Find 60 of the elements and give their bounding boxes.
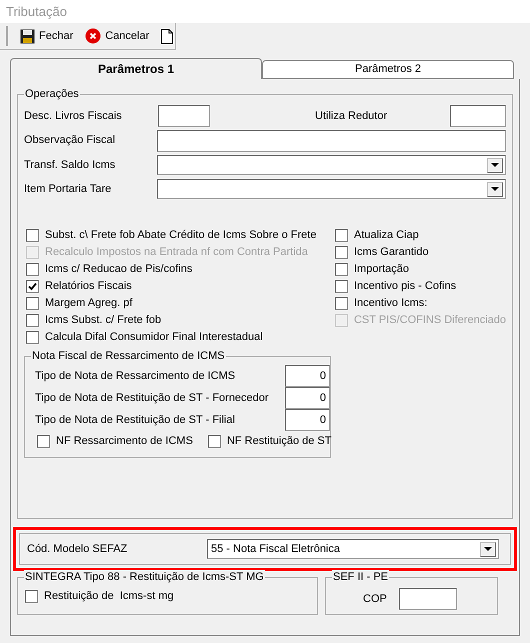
dropdown[interactable] xyxy=(156,155,506,175)
field-label: Utiliza Redutor xyxy=(315,108,388,124)
tab[interactable]: Parâmetros 1 xyxy=(10,58,262,79)
checkbox-label: Margem Agreg. pf xyxy=(45,296,132,312)
checkbox-label: Subst. c\ Frete fob Abate Crédito de Icms Sobre o Frete xyxy=(45,228,316,244)
checkbox-label: NF Ressarcimento de ICMS xyxy=(56,434,193,450)
checkbox[interactable] xyxy=(26,280,39,293)
window-title: Tributação xyxy=(6,2,67,21)
checkbox-label: Incentivo pis - Cofins xyxy=(354,279,456,294)
input-field[interactable] xyxy=(158,105,210,127)
checkbox[interactable] xyxy=(334,229,348,242)
checkbox[interactable] xyxy=(26,331,39,344)
checkbox-label: Calcula Difal Consumidor Final Interestadual xyxy=(45,330,263,346)
checkbox-label: NF Restituição de ST xyxy=(226,434,332,450)
field-label: Cód. Modelo SEFAZ xyxy=(27,542,128,557)
checkbox[interactable] xyxy=(26,263,39,276)
checkbox-label: CST PIS/COFINS Diferenciado xyxy=(354,313,506,328)
field-label: Item Portaria Tare xyxy=(24,182,112,197)
input-field[interactable]: 0 xyxy=(285,365,330,387)
checkbox[interactable] xyxy=(334,297,348,310)
group-title: SINTEGRA Tipo 88 - Restituição de Icms-ST MG xyxy=(24,570,265,584)
checkbox-label: Recalculo Impostos na Entrada nf com Contra Partida xyxy=(45,245,308,260)
field-label: COP xyxy=(363,592,387,607)
field-label: Transf. Saldo Icms xyxy=(24,158,116,173)
checkbox-label: Icms Garantido xyxy=(354,245,429,260)
group-title: Operações xyxy=(24,87,80,101)
checkbox[interactable] xyxy=(334,280,348,293)
blank-page-icon xyxy=(161,28,174,44)
field-label: Desc. Livros Fiscais xyxy=(24,108,123,124)
field-label: Observação Fiscal xyxy=(24,133,116,148)
input-field[interactable] xyxy=(450,105,506,127)
checkbox[interactable] xyxy=(26,314,39,327)
input-field[interactable]: 0 xyxy=(285,387,330,409)
tab[interactable]: Parâmetros 2 xyxy=(262,60,514,79)
checkbox[interactable] xyxy=(26,229,39,242)
field-label: Tipo de Nota de Ressarcimento de ICMS xyxy=(35,368,236,384)
checkbox[interactable] xyxy=(26,297,39,310)
checkbox[interactable] xyxy=(334,263,348,276)
checkbox-label: Icms c/ Reducao de Pis/cofins xyxy=(45,262,192,278)
field-label: Tipo de Nota de Restituição de ST - Fornecedor xyxy=(35,390,270,406)
input-field[interactable] xyxy=(398,588,457,610)
dropdown[interactable]: 55 - Nota Fiscal Eletrônica xyxy=(207,539,499,559)
field-label: Tipo de Nota de Restituição de ST - Filial xyxy=(35,412,236,428)
dropdown[interactable] xyxy=(156,179,506,199)
checkbox[interactable] xyxy=(208,435,221,448)
checkbox[interactable] xyxy=(37,435,50,448)
checkbox[interactable] xyxy=(25,590,38,603)
checkbox-label: Atualiza Ciap xyxy=(354,228,419,244)
checkbox-label: Icms Subst. c/ Frete fob xyxy=(45,313,162,328)
checkbox-label: Restituição de Icms-st mg xyxy=(44,589,174,604)
toolbar-button[interactable]: Cancelar xyxy=(85,25,150,47)
input-field[interactable] xyxy=(156,130,506,152)
checkmark-icon xyxy=(28,282,37,291)
checkbox-label: Relatórios Fiscais xyxy=(45,279,132,294)
checkbox-label: Importação xyxy=(354,262,410,278)
close-icon xyxy=(85,28,102,44)
checkbox[interactable] xyxy=(334,246,348,259)
checkbox-label: Incentivo Icms: xyxy=(354,296,428,312)
input-field[interactable]: 0 xyxy=(285,409,330,431)
toolbar-button[interactable]: Fechar xyxy=(20,25,74,47)
